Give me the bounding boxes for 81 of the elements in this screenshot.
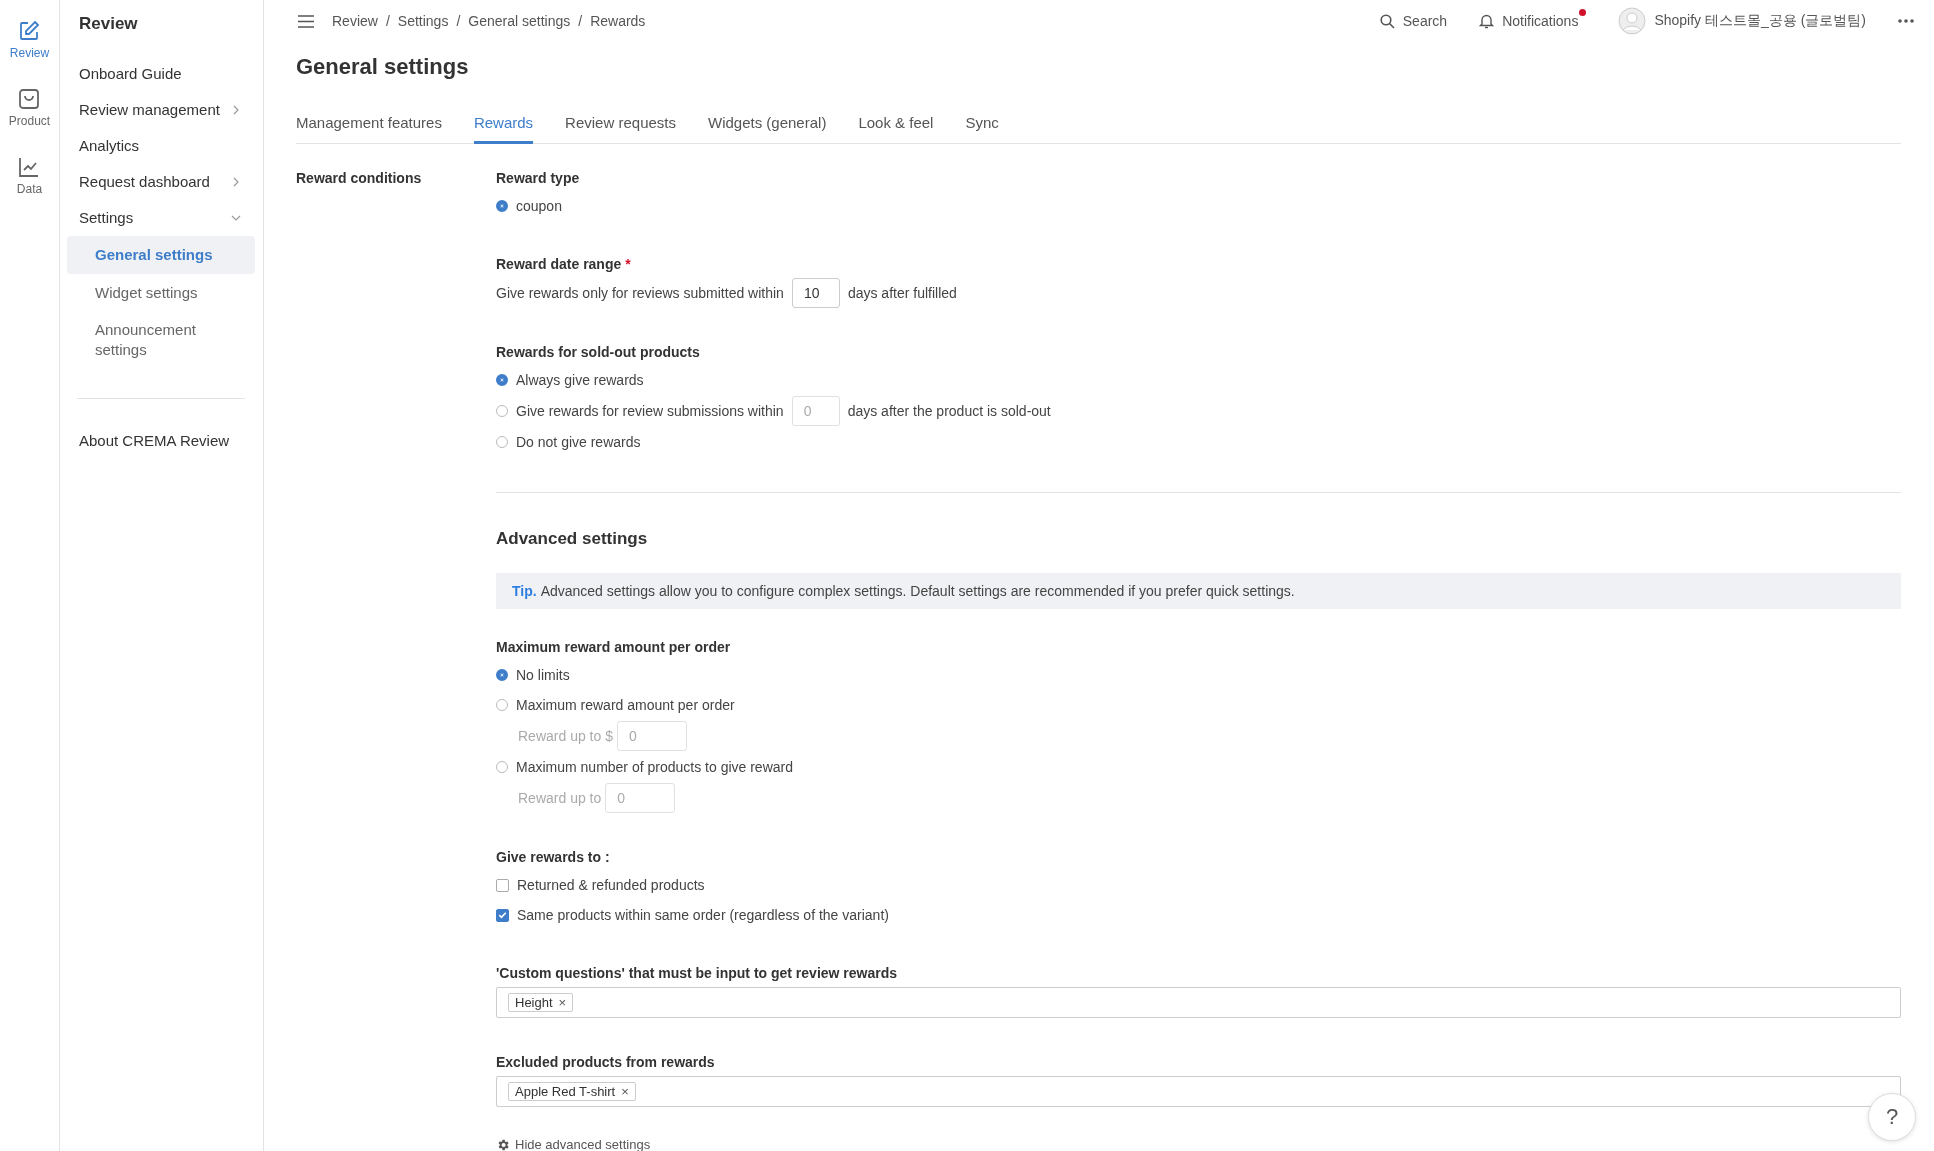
chart-icon	[18, 156, 41, 178]
sidebar-item[interactable]: Review management	[60, 92, 263, 128]
page-title: General settings	[296, 54, 470, 80]
radio[interactable]	[496, 374, 508, 386]
checkbox-option[interactable]: Returned & refunded products	[496, 871, 1901, 899]
field-label: Maximum reward amount per order	[496, 639, 732, 655]
field-text: Reward up to $	[518, 728, 613, 744]
notifications-button[interactable]: Notifications	[1479, 13, 1579, 29]
sidebar-item[interactable]: About CREMA Review	[60, 423, 263, 459]
field-label: Reward date range	[496, 256, 622, 272]
tab[interactable]: Look & feel	[858, 110, 934, 144]
amount-field[interactable]: 0	[616, 721, 687, 751]
field-label: 'Custom questions' that must be input to get review rewards	[496, 965, 899, 981]
search-icon	[1379, 13, 1395, 29]
breadcrumb-link[interactable]: General settings	[468, 13, 571, 29]
tab[interactable]: Rewards	[473, 110, 534, 144]
sidebar-subitem[interactable]: Announcement settings	[67, 311, 255, 368]
sidebar-subitem[interactable]: Widget settings	[67, 273, 255, 311]
tag-input-field[interactable]: Height ×	[496, 987, 1901, 1018]
radio-option[interactable]: Always give rewards	[496, 366, 1901, 394]
breadcrumb-link[interactable]: Rewards	[590, 13, 646, 29]
field-label: Give rewards to :	[496, 849, 611, 865]
account-button[interactable]: Shopify 테스트몰_공용 (글로벌팀)	[1618, 7, 1866, 35]
radio-option[interactable]: Do not give rewards	[496, 428, 1901, 456]
radio-option[interactable]: Maximum number of products to give reward	[496, 753, 1901, 781]
amount-field[interactable]: 0	[605, 783, 676, 813]
field-text: Reward up to	[518, 790, 602, 806]
tag-chip: Height ×	[508, 993, 574, 1012]
field-label: Rewards for sold-out products	[496, 344, 701, 360]
search-button[interactable]: Search	[1379, 13, 1448, 29]
field-text: days after fulfilled	[847, 285, 957, 301]
breadcrumb-link[interactable]: Review	[332, 13, 378, 29]
radio-option[interactable]: No limits	[496, 661, 1901, 689]
bell-icon	[1479, 13, 1495, 29]
tip-banner: Tip. Advanced settings allow you to configure complex settings. Default settings are recommended if you prefer quick settings.	[496, 573, 1901, 609]
edit-icon	[18, 20, 41, 42]
sidebar-item[interactable]: Onboard Guide	[60, 56, 263, 92]
required-mark: *	[625, 256, 631, 272]
sidebar-subitem[interactable]: General settings	[67, 236, 255, 274]
gear-icon	[496, 1137, 510, 1151]
tag-chip: Apple Red T-shirt ×	[508, 1082, 636, 1101]
hide-advanced-link[interactable]: Hide advanced settings	[496, 1137, 651, 1151]
breadcrumb-separator: /	[456, 13, 461, 29]
tag-input-field[interactable]: Apple Red T-shirt ×	[496, 1076, 1901, 1107]
field-label: Excluded products from rewards	[496, 1054, 716, 1070]
field-text: days after the product is sold-out	[847, 403, 1051, 419]
sidebar-item[interactable]: Request dashboard	[60, 164, 263, 200]
section-title: Advanced settings	[496, 529, 649, 549]
sidebar-item[interactable]: Analytics	[60, 128, 263, 164]
radio-option[interactable]: coupon	[496, 192, 1901, 220]
tab[interactable]: Review requests	[565, 110, 676, 144]
field-label: Reward type	[496, 170, 581, 186]
breadcrumb-separator: /	[385, 13, 390, 29]
sidebar-title: Review	[78, 14, 139, 35]
sidebar-item[interactable]: Settings	[60, 200, 263, 236]
remove-tag-button[interactable]: ×	[558, 995, 567, 1010]
rail-item[interactable]: Product	[6, 84, 53, 132]
checkbox[interactable]	[496, 878, 509, 892]
help-button[interactable]: ?	[1868, 1093, 1916, 1141]
radio[interactable]	[496, 669, 508, 681]
checkbox[interactable]	[496, 908, 509, 922]
days-field[interactable]: 10	[791, 278, 840, 308]
radio-option[interactable]: Give rewards for review submissions within	[496, 403, 784, 419]
days-field[interactable]: 0	[791, 396, 840, 426]
rail-item[interactable]: Data	[14, 152, 45, 200]
field-text: Give rewards only for reviews submitted within	[496, 285, 784, 301]
section-label: Reward conditions	[296, 170, 423, 188]
rail-item[interactable]: Review	[7, 16, 52, 64]
remove-tag-button[interactable]: ×	[621, 1084, 629, 1099]
radio[interactable]	[496, 200, 508, 212]
tab[interactable]: Widgets (general)	[708, 110, 827, 144]
radio-option[interactable]: Maximum reward amount per order	[496, 691, 1901, 719]
menu-icon[interactable]	[298, 14, 314, 28]
more-icon[interactable]	[1898, 19, 1914, 23]
tab[interactable]: Sync	[965, 110, 999, 144]
avatar-icon	[1618, 7, 1647, 35]
breadcrumb-link[interactable]: Settings	[397, 13, 449, 29]
tab[interactable]: Management features	[296, 110, 442, 144]
bag-icon	[18, 88, 41, 110]
checkbox-option[interactable]: Same products within same order (regardless of the variant)	[496, 901, 1901, 929]
breadcrumb-separator: /	[578, 13, 583, 29]
